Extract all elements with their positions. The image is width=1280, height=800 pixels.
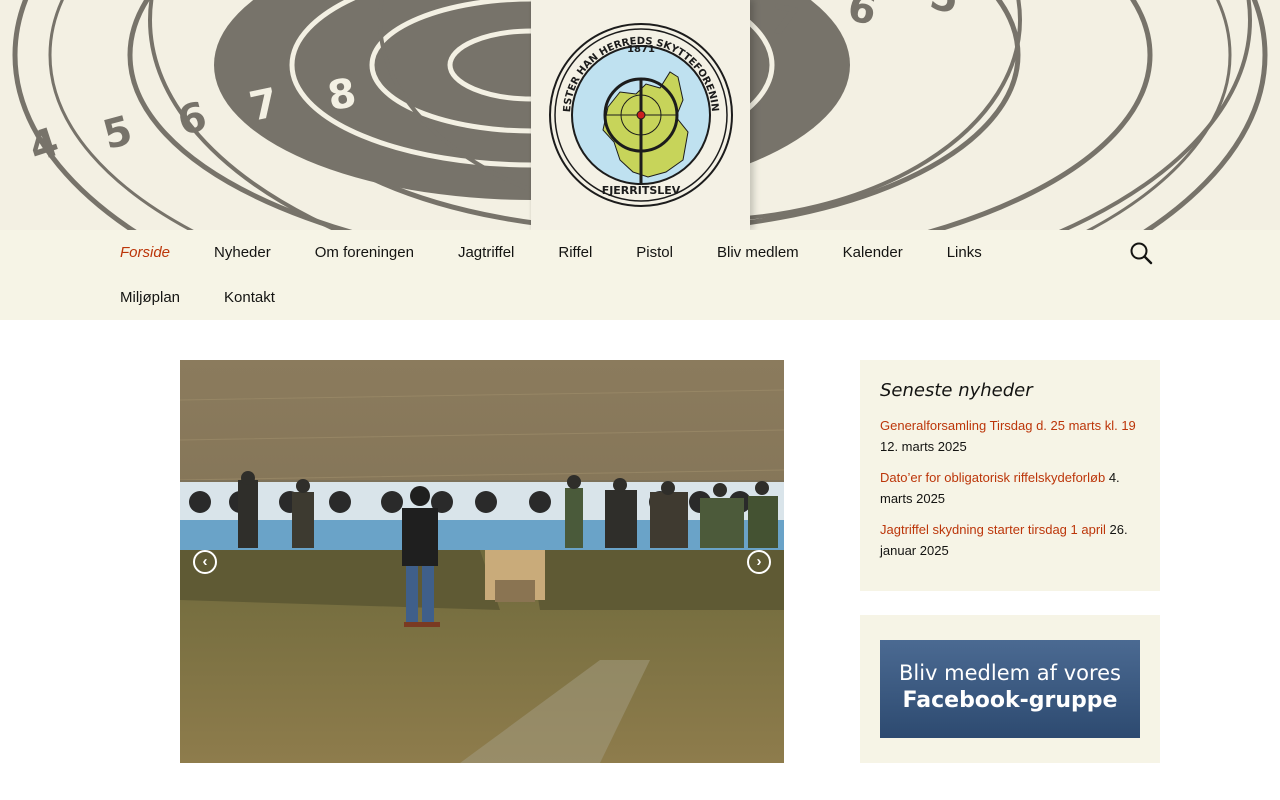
logo-year: 1871 [627, 44, 655, 55]
club-logo: VESTER HAN HERREDS SKYTTEFORENING 1871 F… [548, 22, 733, 207]
slider-prev-button[interactable]: ‹ [193, 550, 217, 574]
chevron-right-icon: › [756, 553, 762, 570]
facebook-group-banner[interactable]: Bliv medlem af vores Facebook-gruppe [880, 640, 1140, 738]
search-icon[interactable] [1129, 241, 1153, 265]
slider-photo-shooting-range [180, 360, 784, 763]
widget-title: Seneste nyheder [880, 380, 1033, 401]
list-item: Dato’er for obligatorisk riffelskydeforl… [880, 467, 1140, 509]
nav-item-jagtriffel[interactable]: Jagtriffel [436, 230, 536, 275]
nav-item-miljoplan[interactable]: Miljøplan [98, 275, 202, 320]
nav-item-forside[interactable]: Forside [98, 230, 192, 275]
nav-item-riffel[interactable]: Riffel [536, 230, 614, 275]
nav-item-kalender[interactable]: Kalender [821, 230, 925, 275]
news-link[interactable]: Generalforsamling Tirsdag d. 25 marts kl… [880, 418, 1136, 433]
facebook-banner-line2: Facebook-gruppe [902, 688, 1118, 713]
nav-menu: Forside Nyheder Om foreningen Jagtriffel… [98, 230, 1098, 320]
nav-item-bliv-medlem[interactable]: Bliv medlem [695, 230, 821, 275]
slider-next-button[interactable]: › [747, 550, 771, 574]
logo-panel[interactable]: VESTER HAN HERREDS SKYTTEFORENING 1871 F… [531, 0, 750, 230]
list-item: Generalforsamling Tirsdag d. 25 marts kl… [880, 415, 1140, 457]
site-header: 4 5 6 6 5 7 8 8 7 [0, 0, 1280, 230]
logo-bottom-text: FJERRITSLEV [602, 184, 681, 197]
news-link[interactable]: Dato’er for obligatorisk riffelskydeforl… [880, 470, 1105, 485]
list-item: Jagtriffel skydning starter tirsdag 1 ap… [880, 519, 1140, 561]
main-navigation: Forside Nyheder Om foreningen Jagtriffel… [0, 230, 1280, 320]
news-date: 12. marts 2025 [880, 439, 967, 454]
nav-item-om-foreningen[interactable]: Om foreningen [293, 230, 436, 275]
nav-item-links[interactable]: Links [925, 230, 1004, 275]
facebook-banner-line1: Bliv medlem af vores [898, 661, 1122, 685]
main-content: ‹ › Seneste nyheder Generalforsamling Ti… [0, 320, 1280, 800]
news-list: Generalforsamling Tirsdag d. 25 marts kl… [880, 415, 1140, 561]
news-link[interactable]: Jagtriffel skydning starter tirsdag 1 ap… [880, 522, 1106, 537]
nav-item-kontakt[interactable]: Kontakt [202, 275, 297, 320]
nav-item-pistol[interactable]: Pistol [614, 230, 695, 275]
nav-item-nyheder[interactable]: Nyheder [192, 230, 293, 275]
facebook-widget: Bliv medlem af vores Facebook-gruppe [860, 615, 1160, 763]
image-slider[interactable]: ‹ › [180, 360, 784, 763]
latest-news-widget: Seneste nyheder Generalforsamling Tirsda… [860, 360, 1160, 591]
chevron-left-icon: ‹ [202, 553, 208, 570]
